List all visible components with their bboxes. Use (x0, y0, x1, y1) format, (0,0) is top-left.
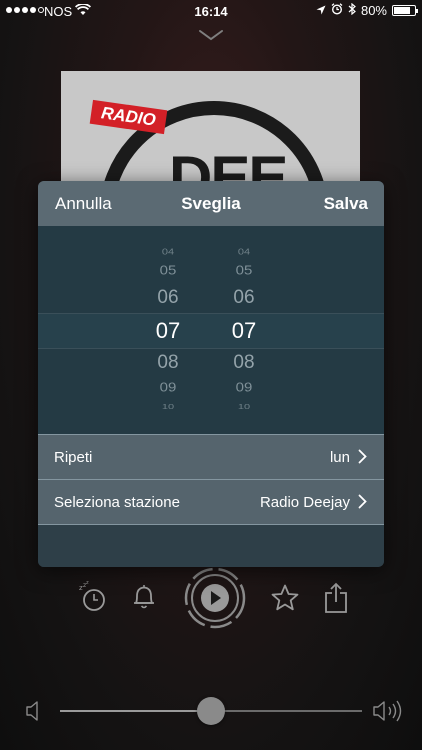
station-value: Radio Deejay (259, 494, 350, 511)
station-label: Seleziona stazione (54, 494, 180, 511)
hour-wheel[interactable]: 04 05 06 07 08 09 10 (138, 226, 198, 434)
hour-option[interactable]: 04 (138, 248, 198, 257)
play-icon[interactable] (184, 567, 246, 634)
hour-option[interactable]: 10 (138, 403, 198, 411)
alarm-clock-icon (331, 3, 343, 18)
battery-percentage: 80% (360, 3, 387, 18)
hour-option[interactable]: 05 (138, 263, 198, 277)
hour-option[interactable]: 06 (138, 287, 198, 309)
hour-option[interactable]: 08 (138, 352, 198, 374)
minute-option[interactable]: 05 (214, 263, 274, 277)
bell-icon[interactable] (129, 581, 159, 616)
alarm-dialog: Annulla Sveglia Salva 04 05 06 07 08 09 … (38, 181, 384, 567)
status-bar: NOS 16:14 80% (0, 0, 422, 22)
chevron-down-icon[interactable] (198, 28, 224, 46)
speaker-high-icon (372, 698, 408, 729)
sleep-timer-icon[interactable]: z z z (78, 580, 108, 618)
dialog-footer (38, 524, 384, 567)
save-button[interactable]: Salva (324, 194, 368, 214)
repeat-row[interactable]: Ripeti lun (38, 434, 384, 479)
repeat-label: Ripeti (54, 449, 93, 466)
battery-icon (392, 5, 418, 16)
repeat-value: lun (329, 449, 350, 466)
minute-option[interactable]: 06 (214, 287, 274, 309)
share-icon[interactable] (322, 582, 350, 619)
volume-slider-thumb[interactable] (197, 697, 225, 725)
minute-option[interactable]: 10 (214, 403, 274, 411)
speaker-low-icon (25, 700, 43, 727)
time-picker[interactable]: 04 05 06 07 08 09 10 04 05 06 07 08 09 1… (38, 226, 384, 434)
svg-text:z: z (86, 581, 89, 586)
logo-badge: RADIO (89, 99, 168, 135)
dialog-header: Annulla Sveglia Salva (38, 181, 384, 226)
picker-selection-band (38, 313, 384, 349)
station-row[interactable]: Seleziona stazione Radio Deejay (38, 479, 384, 524)
bluetooth-icon (348, 2, 356, 18)
hour-option[interactable]: 09 (138, 380, 198, 394)
minute-option[interactable]: 08 (214, 352, 274, 374)
minute-wheel[interactable]: 04 05 06 07 08 09 10 (214, 226, 274, 434)
hour-selected[interactable]: 07 (138, 318, 198, 344)
minute-selected[interactable]: 07 (214, 318, 274, 344)
chevron-right-icon (358, 494, 367, 513)
chevron-right-icon (358, 449, 367, 468)
minute-option[interactable]: 04 (214, 248, 274, 257)
star-icon[interactable] (270, 583, 300, 618)
location-icon (316, 3, 326, 18)
minute-option[interactable]: 09 (214, 380, 274, 394)
volume-slider-fill (60, 710, 211, 712)
